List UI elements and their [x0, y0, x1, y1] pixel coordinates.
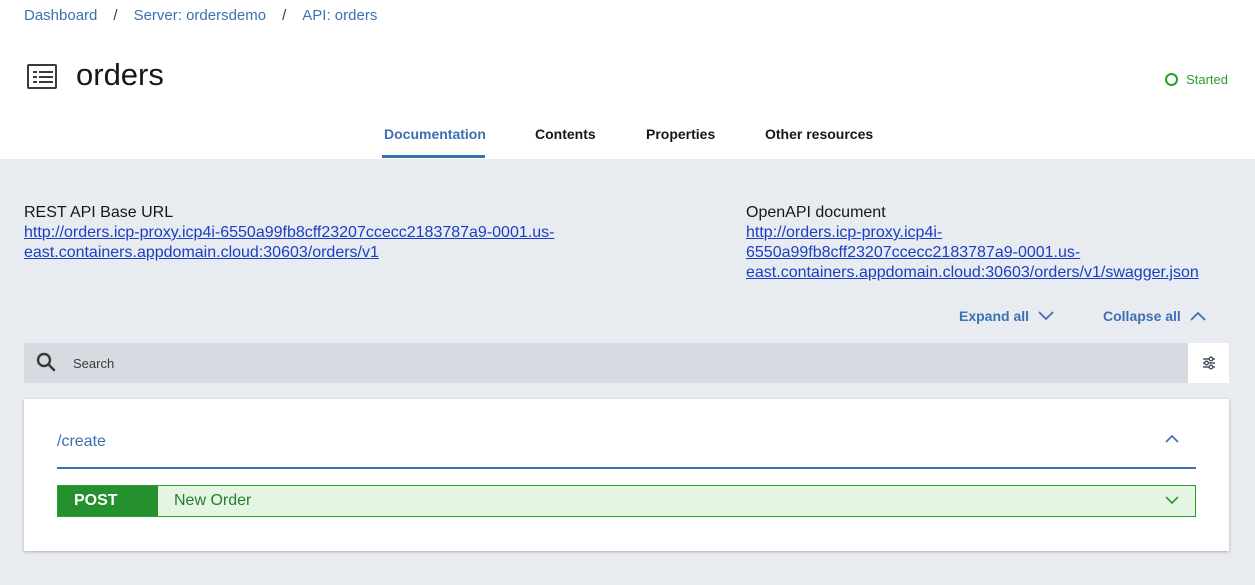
breadcrumb-separator: /: [113, 7, 118, 24]
openapi-url-link[interactable]: http://orders.icp-proxy.icp4i- 6550a99fb8…: [746, 223, 1199, 283]
filter-settings-icon: [1202, 356, 1215, 370]
expand-all-label: Expand all: [959, 308, 1030, 324]
chevron-up-icon: [1190, 311, 1206, 321]
path-title[interactable]: /create: [57, 433, 106, 451]
operation-row[interactable]: POST New Order: [57, 485, 1196, 517]
expand-all-button[interactable]: Expand all: [959, 308, 1055, 324]
status-label: Started: [1186, 72, 1228, 87]
search-bar: [24, 343, 1188, 383]
rest-api-url-link[interactable]: http://orders.icp-proxy.icp4i-6550a99fb8…: [24, 223, 554, 263]
tab-other-resources[interactable]: Other resources: [765, 126, 873, 142]
page-title: orders: [76, 57, 164, 92]
tab-properties[interactable]: Properties: [646, 126, 715, 142]
breadcrumb-api[interactable]: API: orders: [302, 7, 377, 24]
status-badge: Started: [1165, 72, 1228, 87]
breadcrumb-server[interactable]: Server: ordersdemo: [134, 7, 267, 24]
openapi-document: OpenAPI document http://orders.icp-proxy…: [746, 203, 1199, 283]
filter-button[interactable]: [1188, 343, 1229, 383]
breadcrumb-dashboard[interactable]: Dashboard: [24, 7, 97, 24]
chevron-down-icon: [1038, 311, 1054, 321]
tab-contents[interactable]: Contents: [535, 126, 596, 142]
breadcrumb-separator: /: [282, 7, 287, 24]
path-divider: [57, 467, 1196, 469]
operation-summary: New Order: [174, 492, 252, 509]
tab-bar: Documentation Contents Properties Other …: [0, 118, 1255, 159]
collapse-all-label: Collapse all: [1103, 308, 1181, 324]
rest-api-label: REST API Base URL: [24, 204, 174, 221]
status-circle-icon: [1165, 73, 1179, 86]
path-card: /create POST New Order: [24, 399, 1229, 551]
search-input[interactable]: [73, 355, 1073, 371]
method-badge: POST: [58, 486, 158, 516]
tab-documentation[interactable]: Documentation: [384, 126, 486, 142]
collapse-all-button[interactable]: Collapse all: [1103, 308, 1207, 324]
chevron-down-icon: [1165, 496, 1179, 505]
documentation-panel: REST API Base URL http://orders.icp-prox…: [0, 159, 1255, 585]
chevron-up-icon[interactable]: [1164, 433, 1180, 445]
active-tab-indicator: [382, 155, 485, 158]
document-list-icon: [27, 64, 57, 89]
breadcrumb: Dashboard / Server: ordersdemo / API: or…: [24, 7, 377, 24]
openapi-label: OpenAPI document: [746, 204, 886, 221]
search-icon: [36, 352, 56, 372]
rest-api-base-url: REST API Base URL http://orders.icp-prox…: [24, 203, 554, 263]
